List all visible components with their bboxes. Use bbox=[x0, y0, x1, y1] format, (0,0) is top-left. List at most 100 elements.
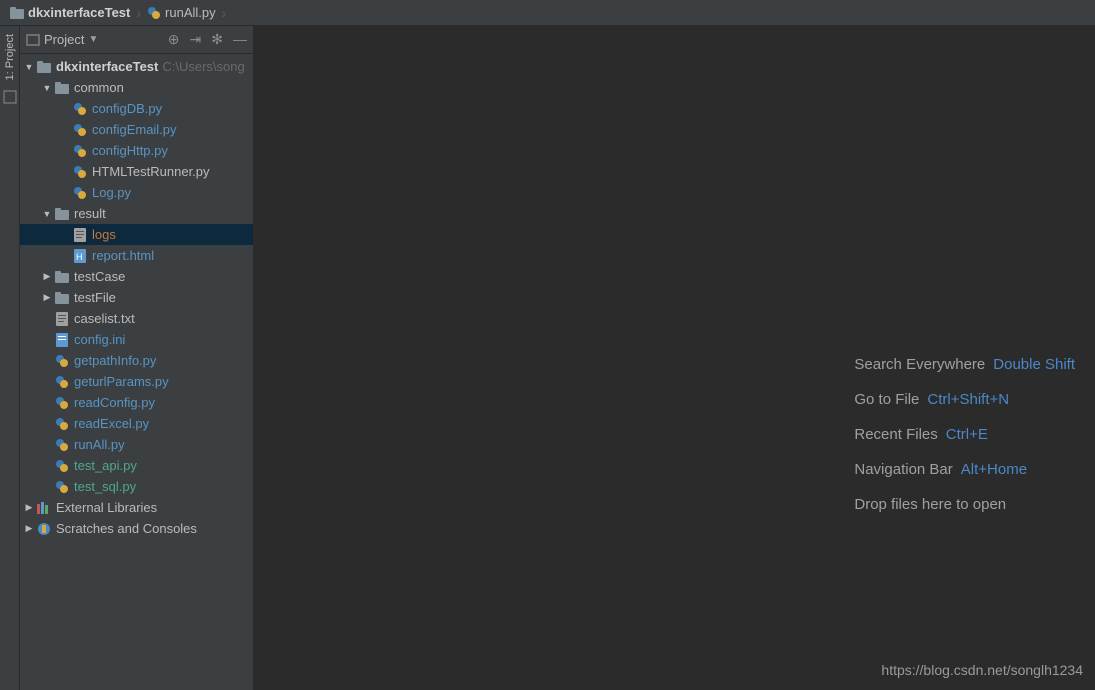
tree-file-readExcel.py[interactable]: readExcel.py bbox=[20, 413, 253, 434]
extlib-icon bbox=[36, 502, 52, 514]
tree-arrow-icon[interactable]: ▼ bbox=[42, 83, 52, 93]
editor-hint: Recent Files Ctrl+E bbox=[854, 426, 1075, 443]
breadcrumb-file-label: runAll.py bbox=[165, 5, 216, 20]
svg-text:H: H bbox=[76, 252, 83, 262]
editor-hint: Navigation Bar Alt+Home bbox=[854, 461, 1075, 478]
project-sidebar: Project ▼ ⊕ ⇥ ✻ — ▼ dkxinterfaceTest C:\Us… bbox=[20, 26, 254, 690]
breadcrumb-file[interactable]: runAll.py bbox=[143, 5, 220, 20]
tree-file-label: configDB.py bbox=[92, 101, 162, 116]
tree-file-label: report.html bbox=[92, 248, 154, 263]
tree-arrow-icon[interactable]: ▶ bbox=[42, 292, 52, 303]
tree-file-label: caselist.txt bbox=[74, 311, 135, 326]
editor-hint: Search EverywhereDouble Shift bbox=[854, 356, 1075, 373]
tree-file-Log.py[interactable]: Log.py bbox=[20, 182, 253, 203]
tree-arrow-icon[interactable]: ▶ bbox=[24, 502, 34, 513]
py-icon bbox=[54, 354, 70, 368]
tree-file-label: test_api.py bbox=[74, 458, 137, 473]
breadcrumb: dkxinterfaceTest › runAll.py › bbox=[0, 0, 1095, 26]
folder-icon bbox=[10, 7, 24, 19]
tree-file-test_sql.py[interactable]: test_sql.py bbox=[20, 476, 253, 497]
collapse-icon[interactable]: ⇥ bbox=[190, 31, 202, 48]
folder-icon bbox=[36, 61, 52, 73]
tree-arrow-icon[interactable]: ▶ bbox=[42, 271, 52, 282]
hint-shortcut: Alt+Home bbox=[961, 461, 1027, 478]
tree-file-label: geturlParams.py bbox=[74, 374, 169, 389]
project-tool-tab[interactable]: 1: Project bbox=[4, 30, 16, 84]
tree-arrow-icon[interactable]: ▼ bbox=[24, 62, 34, 72]
tree-scratches[interactable]: ▶Scratches and Consoles bbox=[20, 518, 253, 539]
gear-icon[interactable]: ✻ bbox=[211, 31, 223, 48]
structure-icon[interactable] bbox=[3, 90, 17, 104]
file-icon bbox=[72, 228, 88, 242]
hint-shortcut: Ctrl+E bbox=[946, 426, 988, 443]
tree-file-geturlParams.py[interactable]: geturlParams.py bbox=[20, 371, 253, 392]
tree-extlib-label: External Libraries bbox=[56, 500, 157, 515]
tree-file-getpathInfo.py[interactable]: getpathInfo.py bbox=[20, 350, 253, 371]
py-icon bbox=[72, 144, 88, 158]
drop-hint: Drop files here to open bbox=[854, 496, 1075, 513]
editor-empty-state: Search EverywhereDouble ShiftGo to FileC… bbox=[254, 26, 1095, 690]
hide-icon[interactable]: — bbox=[233, 31, 247, 48]
tree-file-label: Log.py bbox=[92, 185, 131, 200]
project-tree[interactable]: ▼ dkxinterfaceTest C:\Users\song ▼common con… bbox=[20, 54, 253, 690]
hint-label: Recent Files bbox=[854, 426, 937, 443]
sidebar-toolbar: ⊕ ⇥ ✻ — bbox=[168, 31, 247, 48]
chevron-right-icon: › bbox=[222, 5, 227, 21]
tree-file-label: config.ini bbox=[74, 332, 125, 347]
tree-folder-label: result bbox=[74, 206, 106, 221]
tree-file-report.html[interactable]: Hreport.html bbox=[20, 245, 253, 266]
py-icon bbox=[54, 480, 70, 494]
tree-file-caselist.txt[interactable]: caselist.txt bbox=[20, 308, 253, 329]
tree-folder-result[interactable]: ▼ result bbox=[20, 203, 253, 224]
watermark-text: https://blog.csdn.net/songlh1234 bbox=[881, 662, 1083, 678]
tree-file-configDB.py[interactable]: configDB.py bbox=[20, 98, 253, 119]
tree-root-path: C:\Users\song bbox=[162, 59, 244, 74]
tree-file-config.ini[interactable]: config.ini bbox=[20, 329, 253, 350]
tree-file-logs[interactable]: logs bbox=[20, 224, 253, 245]
tree-arrow-icon[interactable]: ▶ bbox=[24, 523, 34, 534]
tree-file-configEmail.py[interactable]: configEmail.py bbox=[20, 119, 253, 140]
py-icon bbox=[72, 186, 88, 200]
tree-folder-common[interactable]: ▼common bbox=[20, 77, 253, 98]
py-icon bbox=[72, 123, 88, 137]
tree-file-runAll.py[interactable]: runAll.py bbox=[20, 434, 253, 455]
sidebar-header: Project ▼ ⊕ ⇥ ✻ — bbox=[20, 26, 253, 54]
breadcrumb-root[interactable]: dkxinterfaceTest bbox=[6, 5, 134, 20]
tree-file-label: readExcel.py bbox=[74, 416, 149, 431]
project-view-icon bbox=[26, 34, 40, 46]
editor-hint: Go to FileCtrl+Shift+N bbox=[854, 391, 1075, 408]
tree-folder-testFile[interactable]: ▶testFile bbox=[20, 287, 253, 308]
chevron-down-icon: ▼ bbox=[88, 34, 98, 45]
sidebar-view-selector[interactable]: Project ▼ bbox=[26, 32, 98, 47]
tree-file-label: HTMLTestRunner.py bbox=[92, 164, 210, 179]
py-icon bbox=[72, 165, 88, 179]
tree-file-readConfig.py[interactable]: readConfig.py bbox=[20, 392, 253, 413]
txt-icon bbox=[54, 312, 70, 326]
sidebar-title-label: Project bbox=[44, 32, 84, 47]
tree-root-label: dkxinterfaceTest bbox=[56, 59, 158, 74]
hint-label: Go to File bbox=[854, 391, 919, 408]
locate-icon[interactable]: ⊕ bbox=[168, 31, 180, 48]
tree-folder-testCase[interactable]: ▶ testCase bbox=[20, 266, 253, 287]
editor-hints: Search EverywhereDouble ShiftGo to FileC… bbox=[854, 356, 1075, 513]
py-icon bbox=[54, 459, 70, 473]
folder-icon bbox=[54, 271, 70, 283]
tree-folder-label: testCase bbox=[74, 269, 125, 284]
chevron-right-icon: › bbox=[136, 5, 141, 21]
ini-icon bbox=[54, 333, 70, 347]
tree-arrow-icon[interactable]: ▼ bbox=[42, 209, 52, 219]
tree-file-configHttp.py[interactable]: configHttp.py bbox=[20, 140, 253, 161]
folder-icon bbox=[54, 292, 70, 304]
tree-file-label: configHttp.py bbox=[92, 143, 168, 158]
tree-external-libraries[interactable]: ▶ External Libraries bbox=[20, 497, 253, 518]
tree-file-label: readConfig.py bbox=[74, 395, 155, 410]
hint-label: Navigation Bar bbox=[854, 461, 952, 478]
tree-file-label: runAll.py bbox=[74, 437, 125, 452]
tool-window-stripe: 1: Project bbox=[0, 26, 20, 690]
tree-file-test_api.py[interactable]: test_api.py bbox=[20, 455, 253, 476]
tree-root[interactable]: ▼ dkxinterfaceTest C:\Users\song bbox=[20, 56, 253, 77]
folder-icon bbox=[54, 208, 70, 220]
tree-file-label: test_sql.py bbox=[74, 479, 136, 494]
py-icon bbox=[54, 417, 70, 431]
tree-file-HTMLTestRunner.py[interactable]: HTMLTestRunner.py bbox=[20, 161, 253, 182]
